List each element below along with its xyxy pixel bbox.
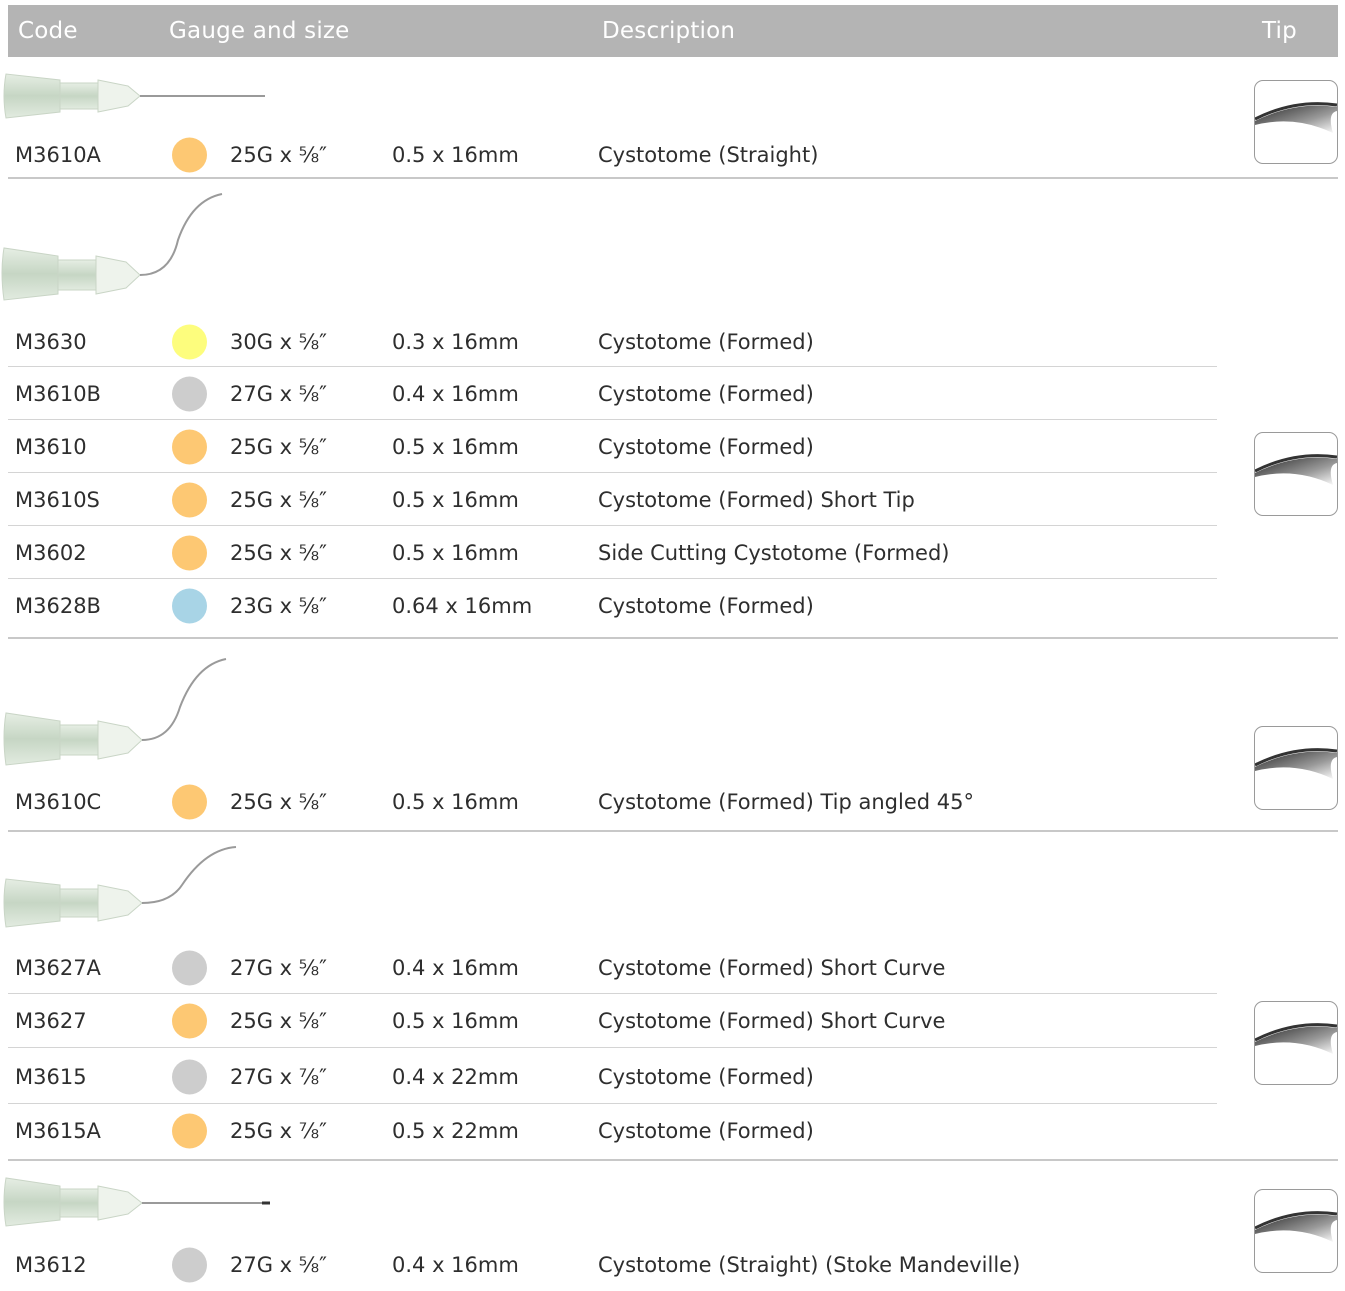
size-cell: 0.4 x 16mm [392, 381, 519, 406]
table-row: M3628B 23G x ⅝″ 0.64 x 16mm Cystotome (F… [0, 579, 1217, 632]
description-cell: Side Cutting Cystotome (Formed) [598, 540, 950, 565]
gauge-cell: 25G x ⅝″ [230, 1008, 327, 1033]
description-cell: Cystotome (Formed) Tip angled 45° [598, 789, 974, 814]
tip-image-icon [1254, 80, 1338, 164]
gauge-color-dot [172, 376, 207, 411]
code-cell: M3612 [15, 1252, 87, 1277]
group-divider [8, 177, 1338, 179]
table-row: M3602 25G x ⅝″ 0.5 x 16mm Side Cutting C… [0, 526, 1217, 579]
description-cell: Cystotome (Formed) [598, 1118, 814, 1143]
code-cell: M3610A [15, 142, 101, 167]
table-row: M3610 25G x ⅝″ 0.5 x 16mm Cystotome (For… [0, 420, 1217, 473]
code-cell: M3630 [15, 329, 87, 354]
gauge-color-dot [172, 137, 207, 172]
gauge-color-dot [172, 1113, 207, 1148]
size-cell: 0.5 x 22mm [392, 1118, 519, 1143]
code-cell: M3627 [15, 1008, 87, 1033]
size-cell: 0.64 x 16mm [392, 593, 533, 618]
code-cell: M3628B [15, 593, 101, 618]
description-cell: Cystotome (Formed) [598, 381, 814, 406]
table-row: M3610C 25G x ⅝″ 0.5 x 16mm Cystotome (Fo… [0, 775, 1217, 828]
size-cell: 0.5 x 16mm [392, 1008, 519, 1033]
description-cell: Cystotome (Formed) [598, 329, 814, 354]
code-cell: M3602 [15, 540, 87, 565]
table-row: M3630 30G x ⅝″ 0.3 x 16mm Cystotome (For… [0, 315, 1217, 368]
table-row: M3610A 25G x ⅝″ 0.5 x 16mm Cystotome (St… [0, 128, 1217, 181]
code-cell: M3610C [15, 789, 102, 814]
tip-image-icon [1254, 1001, 1338, 1085]
table-row: M3610S 25G x ⅝″ 0.5 x 16mm Cystotome (Fo… [0, 473, 1217, 526]
gauge-color-dot [172, 784, 207, 819]
gauge-color-dot [172, 588, 207, 623]
description-cell: Cystotome (Formed) [598, 1064, 814, 1089]
header-tip: Tip [1262, 18, 1297, 44]
gauge-color-dot [172, 324, 207, 359]
formed-needle-icon [1, 193, 223, 301]
tip-image-icon [1254, 432, 1338, 516]
description-cell: Cystotome (Formed) Short Curve [598, 1008, 946, 1033]
gauge-color-dot [172, 1059, 207, 1094]
description-cell: Cystotome (Straight) (Stoke Mandeville) [598, 1252, 1021, 1277]
code-cell: M3610 [15, 434, 87, 459]
size-cell: 0.5 x 16mm [392, 142, 519, 167]
angled-needle-icon [3, 658, 227, 766]
gauge-cell: 25G x ⅝″ [230, 789, 327, 814]
table-row: M3627A 27G x ⅝″ 0.4 x 16mm Cystotome (Fo… [0, 941, 1217, 994]
code-cell: M3627A [15, 955, 101, 980]
size-cell: 0.5 x 16mm [392, 487, 519, 512]
gauge-cell: 30G x ⅝″ [230, 329, 327, 354]
table-row: M3615 27G x ⅞″ 0.4 x 22mm Cystotome (For… [0, 1050, 1217, 1103]
gauge-cell: 27G x ⅞″ [230, 1064, 327, 1089]
row-divider [8, 1047, 1217, 1048]
gauge-color-dot [172, 429, 207, 464]
straight-needle-icon [3, 73, 265, 119]
group-divider [8, 1159, 1338, 1161]
description-cell: Cystotome (Straight) [598, 142, 819, 167]
table-header: Code Gauge and size Description Tip [8, 5, 1338, 57]
description-cell: Cystotome (Formed) Short Curve [598, 955, 946, 980]
short-curve-needle-icon [3, 846, 237, 928]
gauge-color-dot [172, 535, 207, 570]
group-divider [8, 830, 1338, 832]
gauge-cell: 27G x ⅝″ [230, 381, 327, 406]
table-row: M3612 27G x ⅝″ 0.4 x 16mm Cystotome (Str… [0, 1238, 1217, 1291]
code-cell: M3610B [15, 381, 101, 406]
size-cell: 0.4 x 16mm [392, 955, 519, 980]
description-cell: Cystotome (Formed) [598, 593, 814, 618]
gauge-cell: 23G x ⅝″ [230, 593, 327, 618]
header-description: Description [602, 18, 736, 44]
group-divider [8, 637, 1338, 639]
gauge-cell: 27G x ⅝″ [230, 1252, 327, 1277]
size-cell: 0.5 x 16mm [392, 540, 519, 565]
description-cell: Cystotome (Formed) Short Tip [598, 487, 915, 512]
table-row: M3627 25G x ⅝″ 0.5 x 16mm Cystotome (For… [0, 994, 1217, 1047]
table-row: M3610B 27G x ⅝″ 0.4 x 16mm Cystotome (Fo… [0, 367, 1217, 420]
code-cell: M3610S [15, 487, 100, 512]
header-code: Code [18, 18, 78, 44]
size-cell: 0.3 x 16mm [392, 329, 519, 354]
code-cell: M3615A [15, 1118, 101, 1143]
size-cell: 0.4 x 16mm [392, 1252, 519, 1277]
gauge-cell: 25G x ⅞″ [230, 1118, 327, 1143]
gauge-cell: 25G x ⅝″ [230, 540, 327, 565]
header-gauge: Gauge and size [169, 18, 350, 44]
tip-image-icon [1254, 726, 1338, 810]
size-cell: 0.5 x 16mm [392, 434, 519, 459]
straight-needle-icon [3, 1177, 270, 1227]
tip-image-icon [1254, 1189, 1338, 1273]
size-cell: 0.5 x 16mm [392, 789, 519, 814]
size-cell: 0.4 x 22mm [392, 1064, 519, 1089]
description-cell: Cystotome (Formed) [598, 434, 814, 459]
gauge-cell: 25G x ⅝″ [230, 142, 327, 167]
gauge-color-dot [172, 1247, 207, 1282]
gauge-cell: 27G x ⅝″ [230, 955, 327, 980]
gauge-color-dot [172, 1003, 207, 1038]
gauge-color-dot [172, 482, 207, 517]
code-cell: M3615 [15, 1064, 87, 1089]
gauge-cell: 25G x ⅝″ [230, 487, 327, 512]
gauge-cell: 25G x ⅝″ [230, 434, 327, 459]
gauge-color-dot [172, 950, 207, 985]
table-row: M3615A 25G x ⅞″ 0.5 x 22mm Cystotome (Fo… [0, 1104, 1217, 1157]
